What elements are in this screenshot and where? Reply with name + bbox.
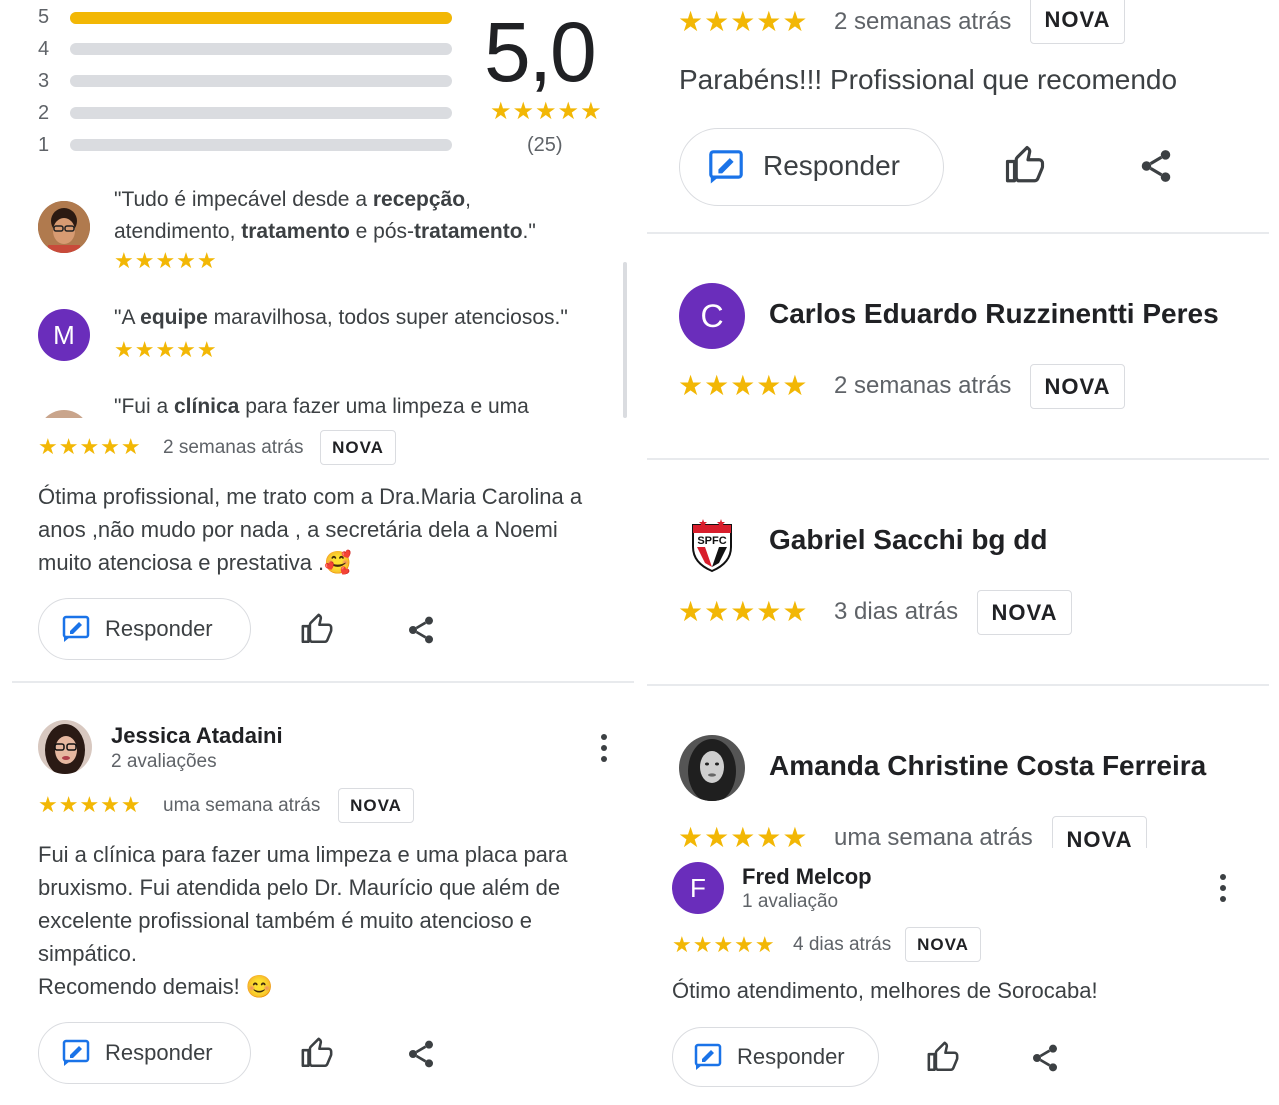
review-2-reply-button[interactable]: Responder xyxy=(38,1022,251,1084)
like-icon[interactable] xyxy=(1004,144,1046,186)
reviewer-avatar-amanda xyxy=(679,735,745,801)
review-divider xyxy=(647,684,1269,686)
reviewer-name[interactable]: Jessica Atadaini xyxy=(111,723,283,749)
reply-label: Responder xyxy=(763,150,900,181)
review-divider xyxy=(12,681,634,683)
right-review-1-text: Parabéns!!! Profissional que recomendo xyxy=(679,64,1178,95)
share-icon[interactable] xyxy=(405,614,437,646)
reviewer-name[interactable]: Fred Melcop xyxy=(742,864,872,890)
review-divider xyxy=(647,458,1269,460)
average-stars: ★★★★★ xyxy=(490,98,603,125)
reply-label: Responder xyxy=(105,616,213,641)
highlights-scrollbar[interactable] xyxy=(623,262,627,418)
bar-fill-5 xyxy=(70,12,452,24)
reviewer-avatar-gabriel: SPFC xyxy=(679,509,745,575)
right-review-2-stars: ★★★★★ xyxy=(678,370,809,401)
right-review-4-new-badge: NOVA xyxy=(1052,816,1147,848)
reviewer-name[interactable]: Gabriel Sacchi bg dd xyxy=(769,524,1048,556)
reviewer-avatar-jessica xyxy=(38,720,92,774)
right-review-4-stars: ★★★★★ xyxy=(678,822,809,849)
review-1-stars: ★★★★★ xyxy=(38,434,142,459)
bar-track-2 xyxy=(70,107,452,119)
share-icon[interactable] xyxy=(1029,1042,1061,1074)
right-review-5-time: 4 dias atrás xyxy=(793,934,892,955)
reply-label: Responder xyxy=(737,1044,845,1069)
highlight-avatar-2: M xyxy=(38,309,90,361)
share-icon[interactable] xyxy=(405,1038,437,1070)
reviewer-name[interactable]: Carlos Eduardo Ruzzinentti Peres xyxy=(769,298,1219,330)
right-review-5-text: Ótimo atendimento, melhores de Sorocaba! xyxy=(672,978,1098,1003)
spfc-crest-text: SPFC xyxy=(697,535,726,547)
more-options-icon[interactable] xyxy=(592,730,616,766)
review-1-text: Ótima profissional, me trato com a Dra.M… xyxy=(38,484,583,575)
highlight-avatar-1 xyxy=(38,201,90,253)
bar-track-3 xyxy=(70,75,452,87)
review-2-new-badge: NOVA xyxy=(338,788,414,823)
reply-icon xyxy=(709,150,743,184)
reviewer-avatar-carlos: C xyxy=(679,283,745,349)
bar-label-5: 5 xyxy=(38,6,50,28)
average-rating: 5,0 xyxy=(484,5,597,99)
like-icon[interactable] xyxy=(300,1036,334,1070)
reviewer-avatar-fred: F xyxy=(672,862,724,914)
bar-label-1: 1 xyxy=(38,134,50,156)
right-review-1-stars: ★★★★★ xyxy=(678,6,809,37)
right-review-2-new-badge: NOVA xyxy=(1030,364,1125,409)
highlight-1-text: "Tudo é impecável desde a recepção, aten… xyxy=(114,188,536,243)
bar-label-4: 4 xyxy=(38,38,50,60)
right-review-5-new-badge: NOVA xyxy=(905,927,981,962)
right-review-3-stars: ★★★★★ xyxy=(678,596,809,627)
reviewer-review-count: 2 avaliações xyxy=(111,751,217,772)
review-2-time: uma semana atrás xyxy=(163,795,321,816)
reply-label: Responder xyxy=(105,1040,213,1065)
right-review-4-time: uma semana atrás xyxy=(834,824,1033,848)
bar-label-2: 2 xyxy=(38,102,50,124)
right-review-5-stars: ★★★★★ xyxy=(672,932,776,957)
right-review-2-time: 2 semanas atrás xyxy=(834,372,1012,399)
bar-label-3: 3 xyxy=(38,70,50,92)
right-review-3-time: 3 dias atrás xyxy=(834,598,959,625)
right-review-5-reply-button[interactable]: Responder xyxy=(672,1027,879,1087)
reply-icon xyxy=(62,1039,90,1066)
review-count: (25) xyxy=(527,134,563,156)
right-review-1-time: 2 semanas atrás xyxy=(834,8,1012,35)
right-review-3-new-badge: NOVA xyxy=(977,590,1072,635)
reply-icon xyxy=(62,615,90,642)
right-review-1-new-badge: NOVA xyxy=(1030,0,1125,44)
right-review-1-reply-button[interactable]: Responder xyxy=(679,128,944,206)
review-1-new-badge: NOVA xyxy=(320,430,396,465)
reviewer-review-count: 1 avaliação xyxy=(742,891,839,912)
highlight-2-text: "A equipe maravilhosa, todos super atenc… xyxy=(114,306,568,329)
bar-track-1 xyxy=(70,139,452,151)
highlight-1-stars: ★★★★★ xyxy=(114,248,218,273)
reviewer-name[interactable]: Amanda Christine Costa Ferreira xyxy=(769,750,1206,782)
like-icon[interactable] xyxy=(300,612,334,646)
review-1-time: 2 semanas atrás xyxy=(163,437,304,458)
bar-track-4 xyxy=(70,43,452,55)
share-icon[interactable] xyxy=(1137,147,1175,185)
reply-icon xyxy=(694,1043,722,1070)
like-icon[interactable] xyxy=(926,1040,960,1074)
review-divider xyxy=(647,232,1269,234)
right-review-4-meta-row: ★★★★★ uma semana atrás NOVA xyxy=(660,810,1220,848)
review-2-stars: ★★★★★ xyxy=(38,792,142,817)
highlight-2-stars: ★★★★★ xyxy=(114,337,218,362)
highlight-avatar-3 xyxy=(38,392,90,418)
more-options-icon[interactable] xyxy=(1211,870,1235,906)
review-2-text: Fui a clínica para fazer uma limpeza e u… xyxy=(38,842,568,999)
review-1-reply-button[interactable]: Responder xyxy=(38,598,251,660)
highlight-3-text: "Fui a clínica para fazer uma limpeza e … xyxy=(114,395,529,418)
